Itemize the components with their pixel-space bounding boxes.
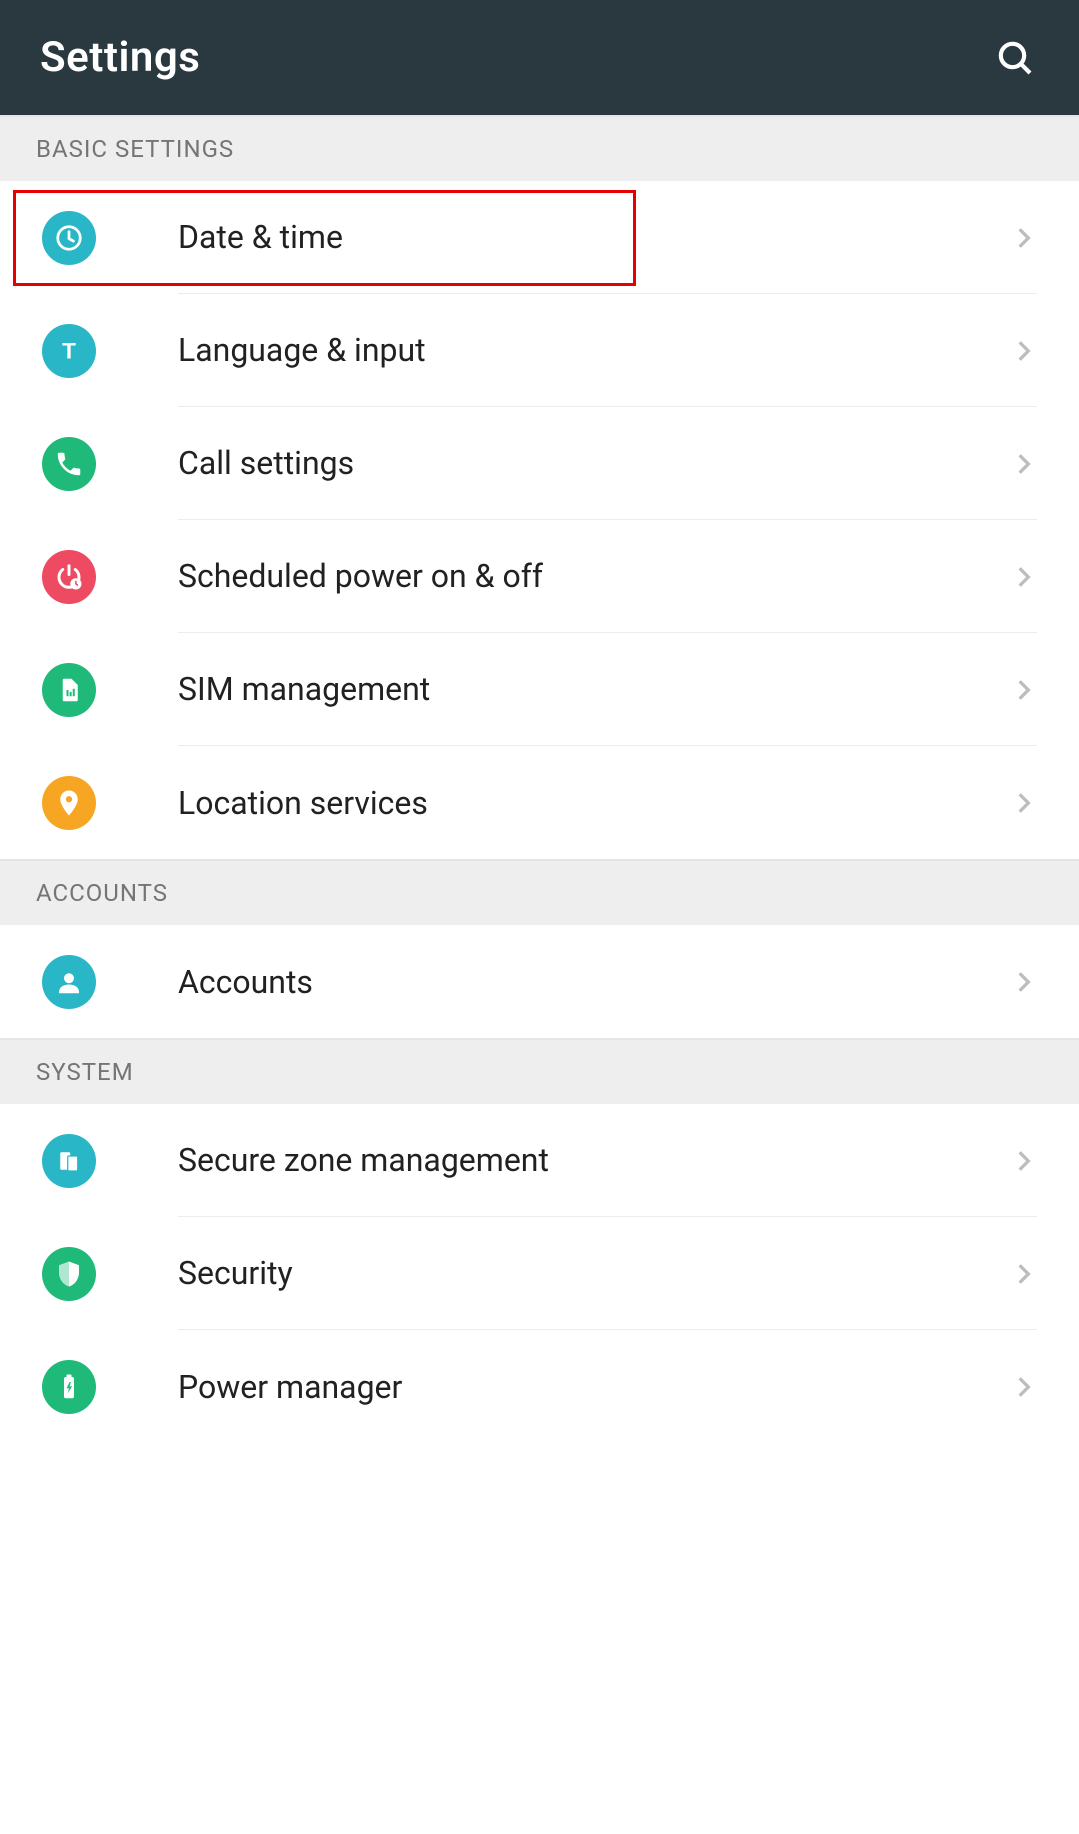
- chevron-right-icon: [1011, 677, 1037, 703]
- chevron-right-icon: [1011, 564, 1037, 590]
- item-label: Call settings: [178, 444, 354, 482]
- sim-card-icon: [42, 663, 96, 717]
- item-sim-management[interactable]: SIM management: [0, 633, 1079, 746]
- item-label: Date & time: [178, 218, 343, 256]
- section-system: Secure zone management Security Power ma…: [0, 1104, 1079, 1443]
- item-label: Accounts: [178, 963, 313, 1001]
- devices-icon: [42, 1134, 96, 1188]
- item-label: Secure zone management: [178, 1141, 549, 1179]
- chevron-right-icon: [1011, 1261, 1037, 1287]
- search-button[interactable]: [991, 34, 1039, 82]
- section-header-system: SYSTEM: [0, 1038, 1079, 1104]
- chevron-right-icon: [1011, 969, 1037, 995]
- svg-text:T: T: [62, 338, 76, 363]
- item-language-input[interactable]: T Language & input: [0, 294, 1079, 407]
- chevron-right-icon: [1011, 1374, 1037, 1400]
- search-icon: [995, 38, 1035, 78]
- item-label: Security: [178, 1254, 293, 1292]
- letter-t-icon: T: [42, 324, 96, 378]
- chevron-right-icon: [1011, 225, 1037, 251]
- item-label: Location services: [178, 784, 428, 822]
- chevron-right-icon: [1011, 338, 1037, 364]
- page-title: Settings: [40, 33, 200, 82]
- clock-icon: [42, 211, 96, 265]
- app-header: Settings: [0, 0, 1079, 115]
- power-schedule-icon: [42, 550, 96, 604]
- item-power-manager[interactable]: Power manager: [0, 1330, 1079, 1443]
- section-basic: Date & time T Language & input Call sett…: [0, 181, 1079, 859]
- person-icon: [42, 955, 96, 1009]
- item-label: Power manager: [178, 1368, 402, 1406]
- item-call-settings[interactable]: Call settings: [0, 407, 1079, 520]
- section-header-accounts: ACCOUNTS: [0, 859, 1079, 925]
- item-security[interactable]: Security: [0, 1217, 1079, 1330]
- section-accounts: Accounts: [0, 925, 1079, 1038]
- battery-icon: [42, 1360, 96, 1414]
- location-pin-icon: [42, 776, 96, 830]
- item-accounts[interactable]: Accounts: [0, 925, 1079, 1038]
- chevron-right-icon: [1011, 451, 1037, 477]
- item-date-time[interactable]: Date & time: [0, 181, 1079, 294]
- shield-icon: [42, 1247, 96, 1301]
- item-scheduled-power[interactable]: Scheduled power on & off: [0, 520, 1079, 633]
- item-label: SIM management: [178, 670, 430, 708]
- phone-icon: [42, 437, 96, 491]
- chevron-right-icon: [1011, 790, 1037, 816]
- item-secure-zone[interactable]: Secure zone management: [0, 1104, 1079, 1217]
- section-header-basic: BASIC SETTINGS: [0, 115, 1079, 181]
- item-location-services[interactable]: Location services: [0, 746, 1079, 859]
- item-label: Language & input: [178, 331, 426, 369]
- item-label: Scheduled power on & off: [178, 557, 543, 595]
- chevron-right-icon: [1011, 1148, 1037, 1174]
